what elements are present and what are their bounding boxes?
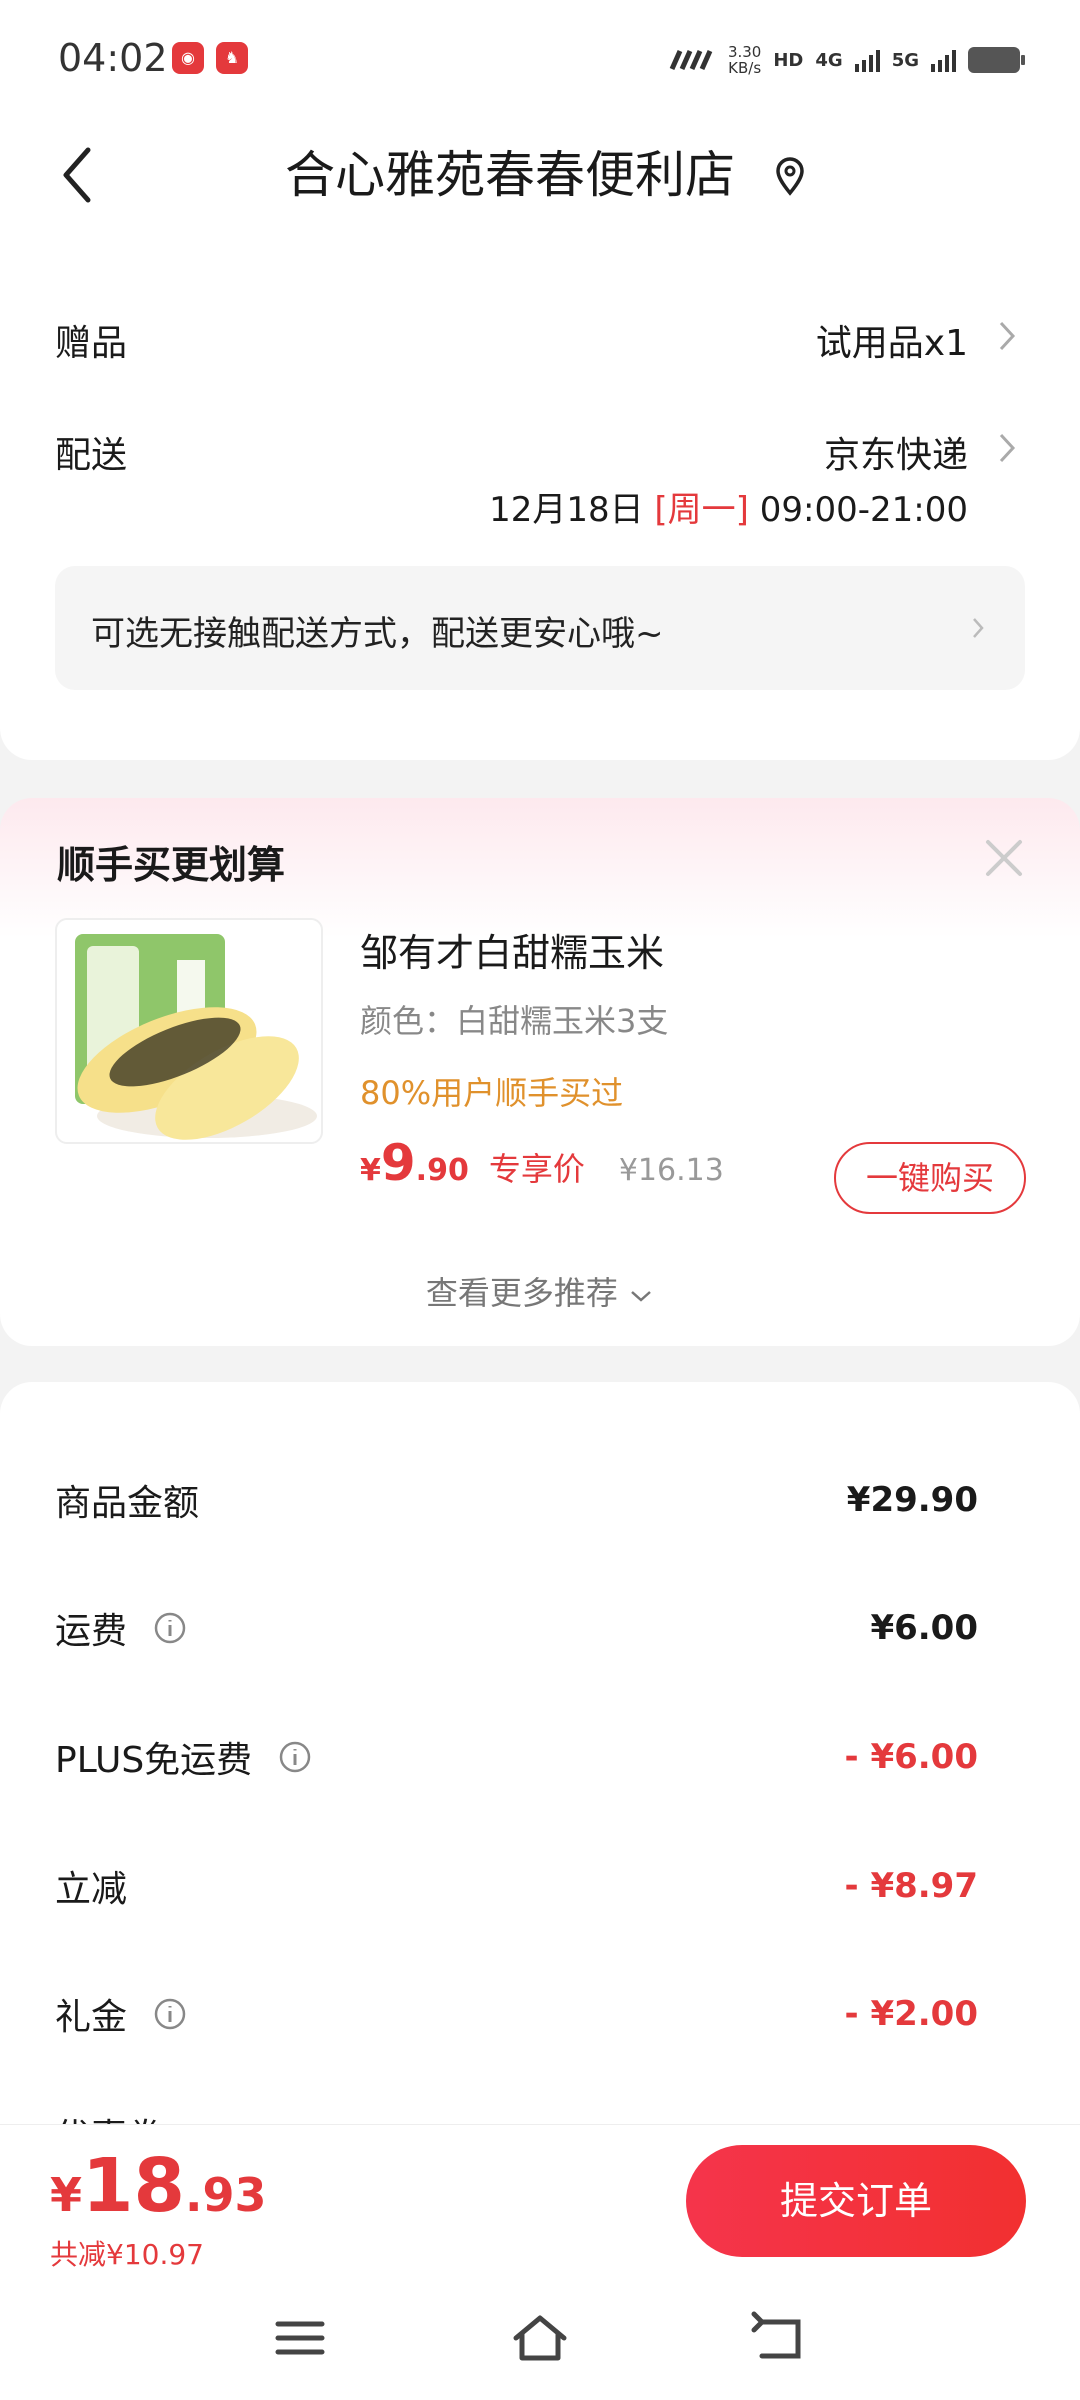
amount-row: 礼金 - ¥2.00 [0,1988,1080,2048]
status-time: 04:02 [58,36,168,80]
info-icon[interactable] [153,1611,187,1645]
amount-row: PLUS免运费 - ¥6.00 [0,1731,1080,1791]
gift-label: 赠品 [55,323,128,364]
product-name[interactable]: 邹有才白甜糯玉米 [360,922,664,977]
total-saved[interactable]: 共减¥10.97 [50,2233,204,2273]
network-5g-label: 5G [891,49,919,71]
battery-icon [968,47,1025,73]
amount-label: 商品金额 [55,1483,200,1524]
amount-value: - ¥8.97 [844,1866,979,1906]
checkout-bar: ¥ 18 .93 共减¥10.97 提交订单 [0,2124,1080,2274]
contactless-text: 可选无接触配送方式，配送更安心哦~ [91,614,664,654]
menu-icon[interactable] [270,2310,330,2366]
recommend-title: 顺手买更划算 [57,843,286,887]
signal-strength-icon [669,49,713,71]
close-icon[interactable] [984,838,1024,878]
network-speed: 3.30 KB/s [727,43,762,77]
purchase-percent: 80%用户顺手买过 [360,1074,624,1112]
hd-icon: HD [773,49,804,71]
gift-value[interactable]: 试用品x1 [816,314,968,366]
info-icon[interactable] [153,1997,187,2031]
delivery-label: 配送 [55,435,128,476]
corn-product-image [75,934,317,1140]
recommend-card: 顺手买更划算 邹有才白甜糯玉米 颜色：白甜糯玉米3支 80%用户顺手买过 ¥ 9… [0,798,1080,1346]
network-4g-label: 4G [815,49,843,71]
amount-value: ¥29.90 [846,1480,978,1520]
product-spec: 颜色：白甜糯玉米3支 [360,1002,669,1040]
amount-label: 运费 [55,1602,187,1654]
delivery-weekday: [周一] [654,490,749,530]
amount-value: - ¥6.00 [844,1737,979,1777]
total-price: ¥ 18 .93 [50,2143,267,2229]
back-icon[interactable] [750,2310,810,2366]
store-name[interactable]: 合心雅苑春春便利店 [0,140,1080,210]
signal-bars-icon [931,48,956,72]
delivery-hours: 09:00-21:00 [759,490,968,530]
status-indicators: 3.30 KB/s HD 4G 5G [668,40,1025,80]
amount-label: PLUS免运费 [55,1731,312,1783]
chevron-right-icon[interactable] [996,430,1018,466]
delivery-card: 赠品 试用品x1 配送 京东快递 12月18日 [周一] 09:00-21:00… [0,230,1080,760]
status-bar: 04:02 ◉ ♞ 3.30 KB/s HD 4G 5G [0,0,1080,120]
location-pin-icon[interactable] [772,156,808,196]
chevron-right-icon[interactable] [996,318,1018,354]
page-header: 合心雅苑春春便利店 [0,120,1080,230]
one-click-buy-button[interactable]: 一键购买 [834,1142,1026,1214]
jd-app-icon: ♞ [216,42,248,74]
amount-value: - ¥2.00 [844,1994,979,2034]
delivery-carrier[interactable]: 京东快递 [824,426,968,478]
product-price: ¥ 9 .90 专享价 ¥16.13 [360,1134,724,1192]
signal-bars-icon [854,48,880,72]
system-nav-bar [0,2274,1080,2400]
delivery-date: 12月18日 [489,490,644,530]
submit-order-button[interactable]: 提交订单 [686,2145,1026,2257]
more-recommendations[interactable]: 查看更多推荐 [0,1268,1080,1314]
amount-row: 立减 - ¥8.97 [0,1860,1080,1920]
amount-row: 运费 ¥6.00 [0,1602,1080,1662]
netease-music-icon: ◉ [172,42,204,74]
amount-row: 商品金额 ¥29.90 [0,1474,1080,1534]
product-image[interactable] [55,918,323,1144]
price-tag: 专享价 [488,1150,585,1188]
amount-label: 立减 [55,1869,128,1910]
chevron-down-icon [631,1291,651,1302]
home-icon[interactable] [510,2310,570,2366]
info-icon[interactable] [278,1740,312,1774]
amount-value: ¥6.00 [870,1608,978,1648]
original-price: ¥16.13 [618,1153,724,1188]
delivery-time[interactable]: 12月18日 [周一] 09:00-21:00 [489,482,968,531]
contactless-delivery-option[interactable]: 可选无接触配送方式，配送更安心哦~ [55,566,1025,690]
chevron-right-icon [973,618,984,638]
amount-label: 礼金 [55,1988,187,2040]
